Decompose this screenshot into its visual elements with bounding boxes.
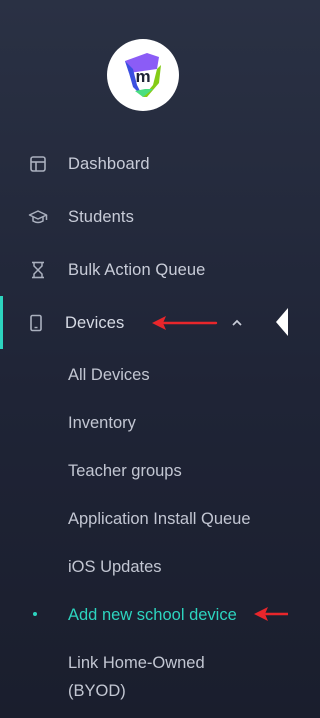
submenu-item-add-new-school-device[interactable]: Add new school device: [68, 605, 237, 625]
sidebar-item-students[interactable]: Students: [0, 197, 276, 237]
submenu-item-all-devices[interactable]: All Devices: [68, 365, 150, 385]
annotation-arrow-add-device: [254, 607, 288, 621]
sidebar-item-label: Dashboard: [68, 154, 150, 173]
sidebar: m Dashboard Students Bulk Action Queue D…: [0, 0, 276, 718]
sidebar-collapse-tab[interactable]: [274, 308, 288, 336]
submenu-item-application-install-queue[interactable]: Application Install Queue: [68, 509, 251, 529]
brand-logo-icon: m: [125, 53, 161, 97]
sidebar-item-label: Students: [68, 207, 134, 226]
active-submenu-bullet: [33, 612, 37, 616]
layout-icon: [30, 156, 46, 172]
chevron-up-icon[interactable]: [230, 316, 244, 330]
submenu-item-ios-updates[interactable]: iOS Updates: [68, 557, 162, 577]
brand-logo[interactable]: m: [107, 39, 179, 111]
sidebar-item-label: Devices: [65, 313, 125, 332]
submenu-item-inventory[interactable]: Inventory: [68, 413, 136, 433]
annotation-arrow-devices: [152, 316, 218, 330]
sidebar-item-dashboard[interactable]: Dashboard: [0, 144, 276, 184]
sidebar-item-label: Bulk Action Queue: [68, 260, 206, 279]
svg-text:m: m: [135, 67, 150, 86]
hourglass-icon: [32, 261, 44, 279]
submenu-item-teacher-groups[interactable]: Teacher groups: [68, 461, 182, 481]
submenu-item-link-home-owned-byod[interactable]: (BYOD): [68, 681, 126, 701]
sidebar-item-bulk-action-queue[interactable]: Bulk Action Queue: [0, 250, 276, 290]
submenu-item-link-home-owned[interactable]: Link Home-Owned: [68, 653, 205, 673]
graduation-cap-icon: [28, 210, 48, 224]
tablet-icon: [30, 314, 42, 332]
